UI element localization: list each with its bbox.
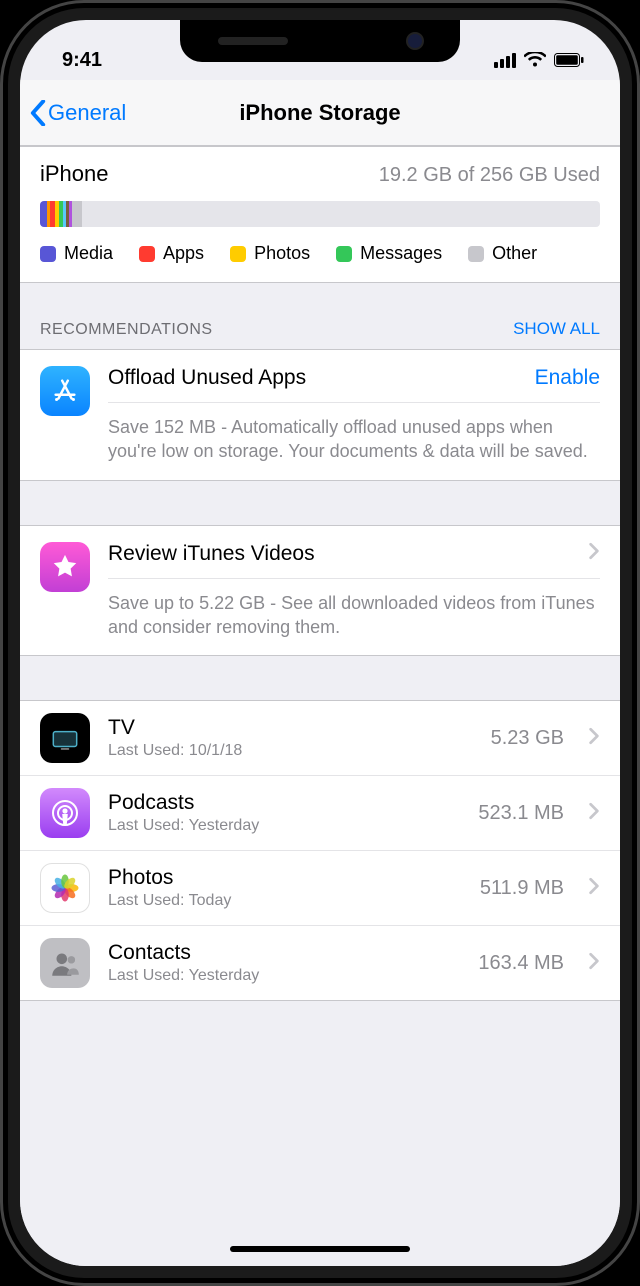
- legend-label: Media: [64, 243, 113, 264]
- contacts-icon: [40, 938, 90, 988]
- storage-legend: Media Apps Photos Messages Other: [40, 243, 600, 264]
- content[interactable]: iPhone 19.2 GB of 256 GB Used Media Apps P…: [20, 146, 620, 1266]
- legend-label: Messages: [360, 243, 442, 264]
- app-row[interactable]: Photos Last Used: Today 511.9 MB: [20, 850, 620, 925]
- app-name: TV: [108, 716, 473, 740]
- app-name: Podcasts: [108, 791, 460, 815]
- notch: [180, 20, 460, 62]
- recommendations-title: RECOMMENDATIONS: [40, 321, 213, 339]
- legend-swatch: [139, 246, 155, 262]
- chevron-right-icon: [588, 802, 600, 825]
- legend-swatch: [40, 246, 56, 262]
- legend-label: Photos: [254, 243, 310, 264]
- legend-swatch: [336, 246, 352, 262]
- phone-frame: 9:41 General iPhone Storage: [0, 0, 640, 1286]
- legend-item: Media: [40, 243, 113, 264]
- status-time: 9:41: [62, 49, 102, 72]
- recommendation-enable-button[interactable]: Enable: [535, 366, 600, 390]
- podcasts-icon: [40, 788, 90, 838]
- chevron-right-icon: [588, 542, 600, 565]
- storage-segment: [72, 201, 82, 227]
- legend-item: Other: [468, 243, 537, 264]
- chevron-right-icon: [588, 727, 600, 750]
- app-row[interactable]: Contacts Last Used: Yesterday 163.4 MB: [20, 925, 620, 1000]
- app-name: Contacts: [108, 941, 460, 965]
- front-camera: [408, 34, 422, 48]
- wifi-icon: [524, 52, 546, 68]
- recommendation-title: Offload Unused Apps: [108, 366, 306, 390]
- back-button[interactable]: General: [30, 80, 126, 145]
- chevron-right-icon: [588, 952, 600, 975]
- legend-label: Other: [492, 243, 537, 264]
- recommendations-header: RECOMMENDATIONS SHOW ALL: [20, 283, 620, 349]
- screen: 9:41 General iPhone Storage: [20, 20, 620, 1266]
- legend-swatch: [468, 246, 484, 262]
- page-title: iPhone Storage: [239, 100, 400, 126]
- legend-item: Apps: [139, 243, 204, 264]
- app-last-used: Last Used: Yesterday: [108, 817, 460, 835]
- legend-label: Apps: [163, 243, 204, 264]
- status-right: [494, 52, 584, 68]
- recommendation-item: Offload Unused Apps Enable Save 152 MB - A…: [20, 349, 620, 481]
- tv-icon: [40, 713, 90, 763]
- app-row[interactable]: Podcasts Last Used: Yesterday 523.1 MB: [20, 775, 620, 850]
- storage-segment: [40, 201, 47, 227]
- app-last-used: Last Used: Today: [108, 892, 462, 910]
- app-size: 523.1 MB: [478, 802, 564, 825]
- home-indicator[interactable]: [230, 1246, 410, 1252]
- app-row[interactable]: TV Last Used: 10/1/18 5.23 GB: [20, 701, 620, 775]
- legend-item: Photos: [230, 243, 310, 264]
- recommendation-description: Save up to 5.22 GB - See all downloaded …: [108, 579, 600, 640]
- app-size: 5.23 GB: [491, 727, 564, 750]
- storage-usage: 19.2 GB of 256 GB Used: [379, 164, 600, 187]
- recommendations-list: Offload Unused Apps Enable Save 152 MB - A…: [20, 349, 620, 656]
- app-last-used: Last Used: Yesterday: [108, 967, 460, 985]
- recommendation-description: Save 152 MB - Automatically offload unus…: [108, 403, 600, 464]
- legend-item: Messages: [336, 243, 442, 264]
- photos-icon: [40, 863, 90, 913]
- storage-summary: iPhone 19.2 GB of 256 GB Used Media Apps P…: [20, 146, 620, 283]
- chevron-left-icon: [30, 100, 46, 126]
- speaker-grill: [218, 37, 288, 45]
- app-size: 163.4 MB: [478, 952, 564, 975]
- legend-swatch: [230, 246, 246, 262]
- show-all-button[interactable]: SHOW ALL: [513, 319, 600, 339]
- app-size: 511.9 MB: [480, 877, 564, 900]
- storage-bar: [40, 201, 600, 227]
- chevron-right-icon: [588, 877, 600, 900]
- navigation-bar: General iPhone Storage: [20, 80, 620, 146]
- device-name: iPhone: [40, 161, 109, 187]
- recommendation-title: Review iTunes Videos: [108, 542, 315, 566]
- app-name: Photos: [108, 866, 462, 890]
- battery-icon: [554, 53, 584, 67]
- back-label: General: [48, 100, 126, 126]
- cellular-signal-icon: [494, 53, 516, 68]
- app-last-used: Last Used: 10/1/18: [108, 742, 473, 760]
- recommendation-item[interactable]: Review iTunes Videos Save up to 5.22 GB -…: [20, 525, 620, 657]
- itunes-icon: [40, 542, 90, 592]
- appstore-icon: [40, 366, 90, 416]
- app-list: TV Last Used: 10/1/18 5.23 GB Podcasts Last …: [20, 700, 620, 1001]
